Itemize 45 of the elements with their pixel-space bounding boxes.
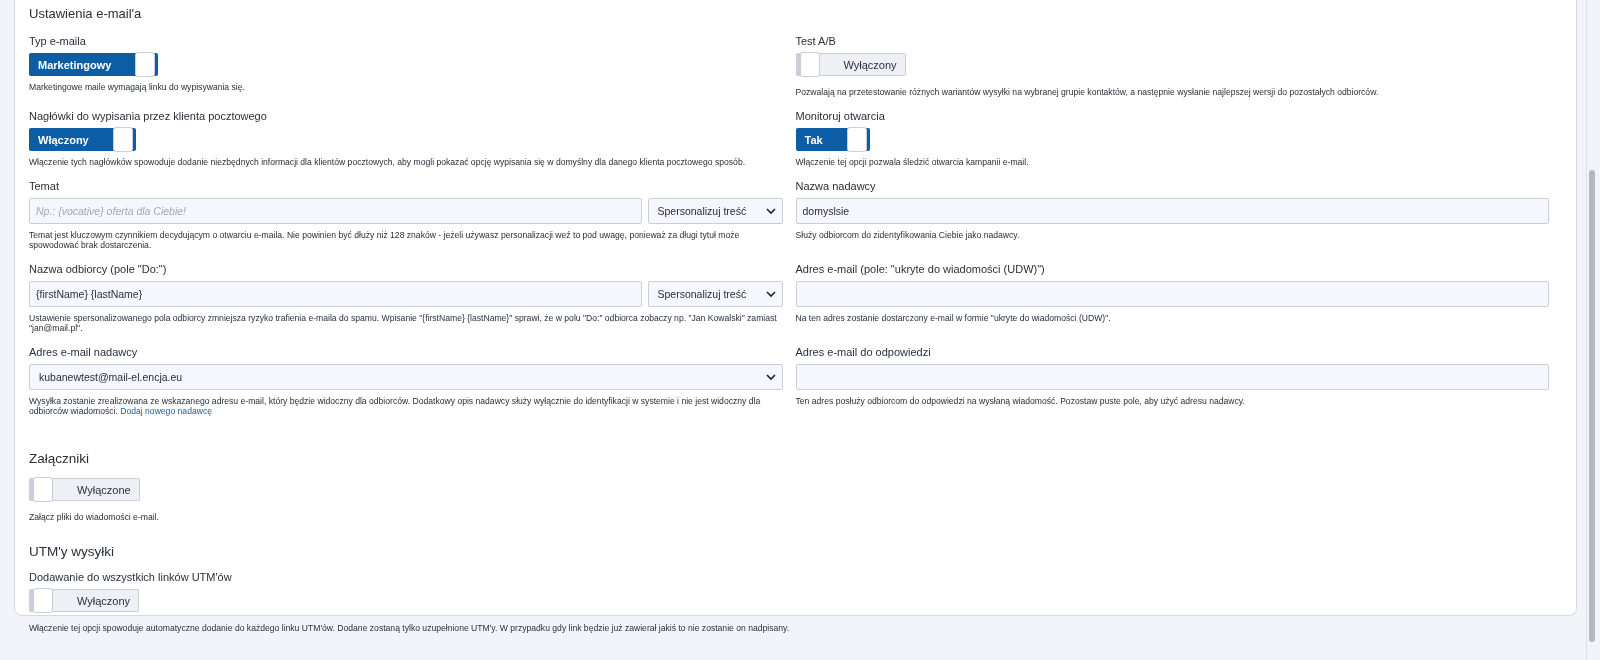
section-title: UTM'y wysyłki [29, 544, 116, 559]
personalize-select[interactable]: Spersonalizuj treść [647, 198, 783, 224]
help-text: Włączenie tej opcji pozwala śledzić otwarcia kampanii e-mail. [795, 157, 1030, 167]
section-title: Załączniki [29, 451, 91, 466]
field-label: Adres e-mail do odpowiedzi [795, 346, 932, 358]
help-text: Ustawienie spersonalizowanego pola odbiorcy zmniejsza ryzyko trafienia e-maila do spamu. Wpisanie "{firstName} {lastName}" sprawi, że w polu "Do:" odbiorca zobaczy np. "Jan Kowalski" zamiast "jan@mail.pl". [29, 313, 778, 333]
toggle-switch[interactable]: Wyłączony [29, 589, 140, 612]
field-label: Nazwa nadawcy [795, 180, 877, 192]
help-text: Ten adres posłuży odbiorcom do odpowiedzi na wysłaną wiadomość. Pozostaw puste pole, aby użyć adresu nadawcy. [795, 396, 1246, 406]
field-label: Temat [29, 180, 60, 192]
help-text: Włączenie tej opcji spowoduje automatyczne dodanie do każdego linku UTM'ów. Dodane zostaną tylko uzupełnione UTM'y. W przypadku gdy link będzie już zawierał jakiś to nie zostanie on nadpisany. [29, 623, 791, 633]
toggle-switch[interactable]: Włączony [29, 128, 136, 151]
toggle-switch[interactable]: Tak [795, 128, 870, 151]
section-title: Ustawienia e-mail'a [29, 6, 143, 21]
scrollbar[interactable] [1586, 0, 1597, 660]
field-label: Monitoruj otwarcia [795, 110, 886, 122]
toggle-switch[interactable]: Wyłączony [795, 53, 906, 76]
chevron-down-icon [765, 290, 776, 298]
toggle-switch[interactable]: Marketingowy [29, 53, 159, 76]
field-label: Nagłówki do wypisania przez klienta pocztowego [29, 110, 268, 122]
field-label: Adres e-mail nadawcy [29, 346, 139, 358]
help-text: Pozwalają na przetestowanie różnych wariantów wysyłki na wybranej grupie kontaktów, a następnie wysłanie najlepszej wersji do pozostałych odbiorców. [795, 87, 1380, 97]
field-label: Adres e-mail (pole: "ukryte do wiadomości (UDW)") [795, 263, 1046, 275]
sender-select[interactable]: kubanewtest@mail-el.encja.eu [29, 364, 783, 390]
help-text: Wysyłka zostanie zrealizowana ze wskazanego adresu e-mail, który będzie widoczny dla odbiorców. Dodatkowy opis nadawcy służy wyłącznie do identyfikacji w systemie i nie jest widoczny dla odbiorców wiadomości. Dodaj nowego nadawcę [29, 396, 762, 416]
field-label: Nazwa odbiorcy (pole "Do:") [29, 263, 168, 275]
text-field[interactable]: domyslsie [795, 198, 1549, 224]
field-label: Dodawanie do wszystkich linków UTM'ów [29, 571, 233, 583]
help-text: Włączenie tych nagłówków spowoduje dodanie niezbędnych informacji dla klientów pocztowych, aby mogli pokazać opcję wypisania się w domyślny dla danego klienta pocztowego sposób. [29, 157, 747, 167]
text-field[interactable]: Np.: {vocative} oferta dla Ciebie! [29, 198, 642, 224]
help-text: Marketingowe maile wymagają linku do wypisywania się. [29, 82, 246, 92]
help-text: Temat jest kluczowym czynnikiem decydującym o otwarciu e-maila. Nie powinien być dłuży niż 128 znaków - jeżeli używasz personalizacji weź to pod uwagę, ponieważ za długi tytuł może spowodować brak dostarczenia. [29, 230, 741, 250]
toggle-switch[interactable]: Wyłączone [29, 478, 140, 501]
text-field[interactable]: {firstName} {lastName} [29, 281, 642, 307]
help-text: Załącz pliki do wiadomości e-mail. [29, 512, 160, 522]
text-field[interactable] [795, 281, 1549, 307]
text-field[interactable] [795, 364, 1549, 390]
field-label: Typ e-maila [29, 35, 87, 47]
chevron-down-icon [765, 373, 776, 381]
field-label: Test A/B [795, 35, 837, 47]
chevron-down-icon [765, 207, 776, 215]
help-text: Na ten adres zostanie dostarczony e-mail w formie "ukryte do wiadomości (UDW)". [795, 313, 1112, 323]
help-text: Służy odbiorcom do zidentyfikowania Ciebie jako nadawcy. [795, 230, 1021, 240]
add-sender-link[interactable]: Dodaj nowego nadawcę [120, 406, 212, 416]
personalize-select[interactable]: Spersonalizuj treść [647, 281, 783, 307]
